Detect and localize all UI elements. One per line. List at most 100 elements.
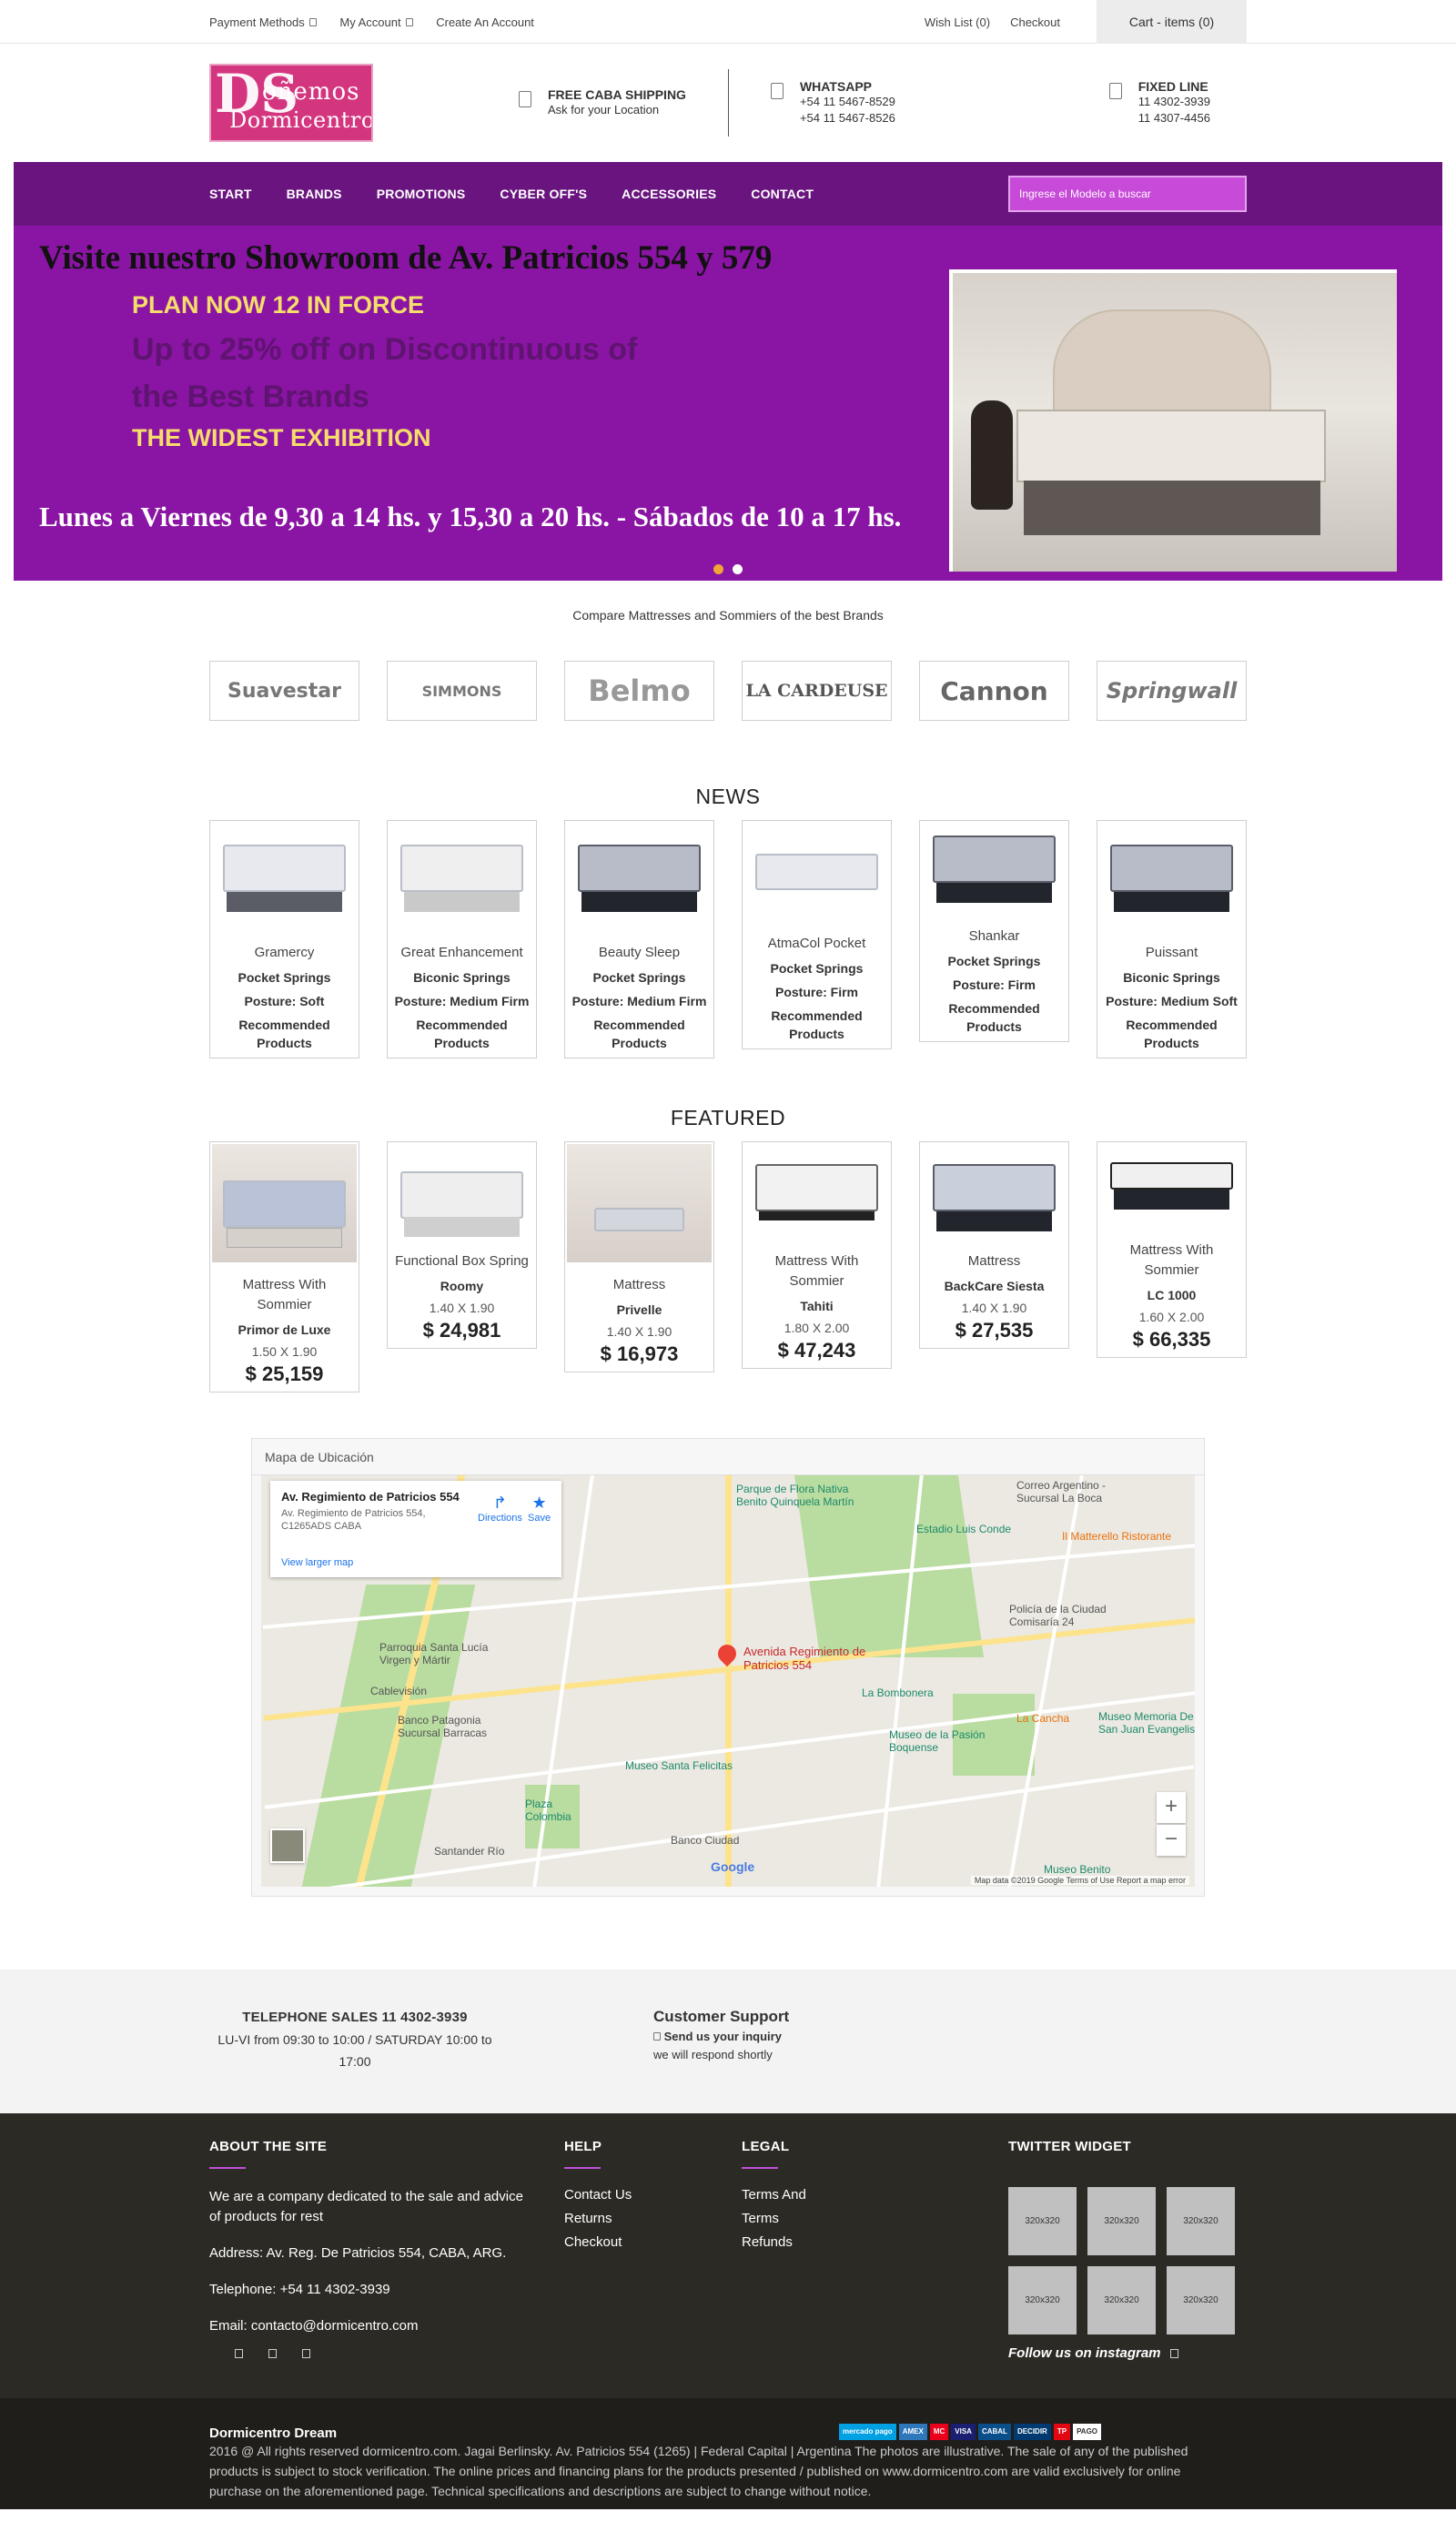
product-size: 1.40 X 1.90 xyxy=(606,1324,672,1339)
product-size: 1.80 X 2.00 xyxy=(784,1321,850,1335)
map-place: Santander Río xyxy=(434,1845,505,1858)
zoom-out-button[interactable]: − xyxy=(1157,1825,1186,1856)
view-larger-map-link[interactable]: View larger map xyxy=(281,1557,353,1568)
carousel-dot-2[interactable] xyxy=(733,564,743,574)
carousel-dot-1[interactable] xyxy=(713,564,723,574)
product-posture: Posture: Medium Soft xyxy=(1106,994,1238,1008)
my-account-label: My Account xyxy=(339,15,401,29)
nav-contact[interactable]: CONTACT xyxy=(751,187,814,201)
footer-title-underline xyxy=(1008,2167,1045,2169)
brand-simmons[interactable]: SIMMONS xyxy=(387,661,537,721)
map-place: Il Matterello Ristorante xyxy=(1062,1530,1172,1543)
nav-cyber-offs[interactable]: CYBER OFF'S xyxy=(500,187,587,201)
footer-link-terms-and[interactable]: Terms And xyxy=(742,2187,806,2203)
telephone-sales: TELEPHONE SALES 11 4302-3939 LU-VI from … xyxy=(209,2006,500,2072)
fixed-line-1[interactable]: 11 4302-3939 xyxy=(1138,94,1210,110)
location-pin-icon[interactable] xyxy=(713,1640,741,1667)
whatsapp-number-2[interactable]: +54 11 5467-8526 xyxy=(800,110,895,127)
footer-link-checkout[interactable]: Checkout xyxy=(564,2234,632,2250)
featured-card-privelle[interactable]: Mattress Privelle 1.40 X 1.90 $ 16,973 xyxy=(564,1141,714,1372)
twitter-thumb[interactable]: 320x320 xyxy=(1087,2266,1156,2335)
payment-methods-link[interactable]: Payment Methods xyxy=(209,15,317,29)
news-card-atmacol-pocket[interactable]: AtmaCol Pocket Pocket Springs Posture: F… xyxy=(742,820,892,1049)
whatsapp-number-1[interactable]: +54 11 5467-8529 xyxy=(800,94,895,110)
featured-card-tahiti[interactable]: Mattress With Sommier Tahiti 1.80 X 2.00… xyxy=(742,1141,892,1369)
brand-suavestar[interactable]: Suavestar xyxy=(209,661,359,721)
product-image xyxy=(922,1144,1067,1239)
map-attribution[interactable]: Map data ©2019 Google Terms of Use Repor… xyxy=(970,1876,1189,1885)
facebook-icon[interactable] xyxy=(235,2349,243,2358)
search-input[interactable] xyxy=(1008,176,1247,212)
twitter-icon[interactable] xyxy=(268,2349,277,2358)
news-card-puissant[interactable]: Puissant Biconic Springs Posture: Medium… xyxy=(1097,820,1247,1058)
brand-belmo[interactable]: Belmo xyxy=(564,661,714,721)
nav-accessories[interactable]: ACCESSORIES xyxy=(622,187,716,201)
brand-list: Suavestar SIMMONS Belmo LA CARDEUSE Cann… xyxy=(209,661,1247,721)
footer-twitter-title: TWITTER WIDGET xyxy=(1008,2139,1132,2154)
wishlist-link[interactable]: Wish List (0) xyxy=(925,15,990,29)
footer-legal-title: LEGAL xyxy=(742,2139,790,2154)
cs-line-1[interactable]: Send us your inquiry xyxy=(664,2030,782,2043)
my-account-link[interactable]: My Account xyxy=(339,15,413,29)
featured-card-primor-de-luxe[interactable]: Mattress With Sommier Primor de Luxe 1.5… xyxy=(209,1141,359,1393)
cart-button[interactable]: Cart - items (0) xyxy=(1097,0,1247,44)
nav-brands[interactable]: BRANDS xyxy=(287,187,342,201)
news-card-great-enhancement[interactable]: Great Enhancement Biconic Springs Postur… xyxy=(387,820,537,1058)
directions-button[interactable]: ↱ Directions xyxy=(478,1494,522,1524)
map-place: Plaza Colombia xyxy=(525,1798,571,1823)
twitter-thumb[interactable]: 320x320 xyxy=(1008,2187,1077,2255)
product-posture: Posture: Soft xyxy=(244,994,325,1008)
footer-link-returns[interactable]: Returns xyxy=(564,2211,632,2226)
footer-link-terms[interactable]: Terms xyxy=(742,2211,806,2226)
map-card-address: Av. Regimiento de Patricios 554, C1265AD… xyxy=(281,1508,426,1532)
product-image xyxy=(389,1144,534,1239)
instagram-icon xyxy=(1169,2348,1178,2358)
featured-card-lc-1000[interactable]: Mattress With Sommier LC 1000 1.60 X 2.0… xyxy=(1097,1141,1247,1358)
news-card-beauty-sleep[interactable]: Beauty Sleep Pocket Springs Posture: Med… xyxy=(564,820,714,1058)
nav-promotions[interactable]: PROMOTIONS xyxy=(377,187,466,201)
footer-email[interactable]: Email: contacto@dormicentro.com xyxy=(209,2316,537,2336)
fixed-line-2[interactable]: 11 4307-4456 xyxy=(1138,110,1210,127)
hero-banner[interactable]: Visite nuestro Showroom de Av. Patricios… xyxy=(14,226,1442,581)
map-place: Parque de Flora Nativa Benito Quinquela … xyxy=(736,1483,854,1508)
instagram-icon[interactable] xyxy=(302,2349,310,2358)
zoom-in-button[interactable]: + xyxy=(1157,1792,1186,1823)
twitter-thumb[interactable]: 320x320 xyxy=(1167,2187,1235,2255)
map-place: Museo Benito xyxy=(1044,1863,1111,1876)
nav-start[interactable]: START xyxy=(209,187,252,201)
news-card-shankar[interactable]: Shankar Pocket Springs Posture: Firm Rec… xyxy=(919,820,1069,1042)
featured-card-roomy[interactable]: Functional Box Spring Roomy 1.40 X 1.90 … xyxy=(387,1141,537,1349)
twitter-thumb[interactable]: 320x320 xyxy=(1167,2266,1235,2335)
instagram-follow[interactable]: Follow us on instagram xyxy=(1008,2345,1235,2361)
tel-hours: LU-VI from 09:30 to 10:00 / SATURDAY 10:… xyxy=(217,2032,492,2069)
twitter-thumb[interactable]: 320x320 xyxy=(1087,2187,1156,2255)
twitter-thumb[interactable]: 320x320 xyxy=(1008,2266,1077,2335)
mastercard-logo: MC xyxy=(929,2424,949,2440)
create-account-link[interactable]: Create An Account xyxy=(436,15,534,29)
truck-icon xyxy=(519,91,531,107)
brand-springwall[interactable]: Springwall xyxy=(1097,661,1247,721)
brand-cannon[interactable]: Cannon xyxy=(919,661,1069,721)
tel-title: TELEPHONE SALES 11 4302-3939 xyxy=(242,2010,468,2025)
brand-la-cardeuse[interactable]: LA CARDEUSE xyxy=(742,661,892,721)
google-map[interactable]: Avenida Regimiento de Patricios 554 Parq… xyxy=(261,1475,1195,1887)
news-card-gramercy[interactable]: Gramercy Pocket Springs Posture: Soft Re… xyxy=(209,820,359,1058)
product-image xyxy=(212,1144,357,1262)
site-logo[interactable]: DS oñemos Dormicentro xyxy=(209,64,373,142)
phone-icon xyxy=(1108,83,1122,99)
satellite-toggle[interactable] xyxy=(270,1828,305,1863)
footer-about: ABOUT THE SITE We are a company dedicate… xyxy=(209,2139,537,2358)
product-tag: Recommended Products xyxy=(1126,1018,1218,1050)
footer-link-contact[interactable]: Contact Us xyxy=(564,2187,632,2203)
mercadopago-logo: mercado pago xyxy=(839,2424,896,2440)
product-price: $ 25,159 xyxy=(245,1362,324,1385)
product-image xyxy=(567,823,712,930)
save-button[interactable]: ★ Save xyxy=(528,1494,551,1524)
featured-card-backcare-siesta[interactable]: Mattress BackCare Siesta 1.40 X 1.90 $ 2… xyxy=(919,1141,1069,1349)
footer-address: Address: Av. Reg. De Patricios 554, CABA… xyxy=(209,2245,507,2261)
pin-label: Avenida Regimiento de Patricios 554 xyxy=(743,1645,866,1672)
checkout-link[interactable]: Checkout xyxy=(1010,15,1060,29)
logo-line-2: Dormicentro xyxy=(229,107,373,133)
footer-link-refunds[interactable]: Refunds xyxy=(742,2234,806,2250)
product-posture: Posture: Firm xyxy=(774,985,858,999)
